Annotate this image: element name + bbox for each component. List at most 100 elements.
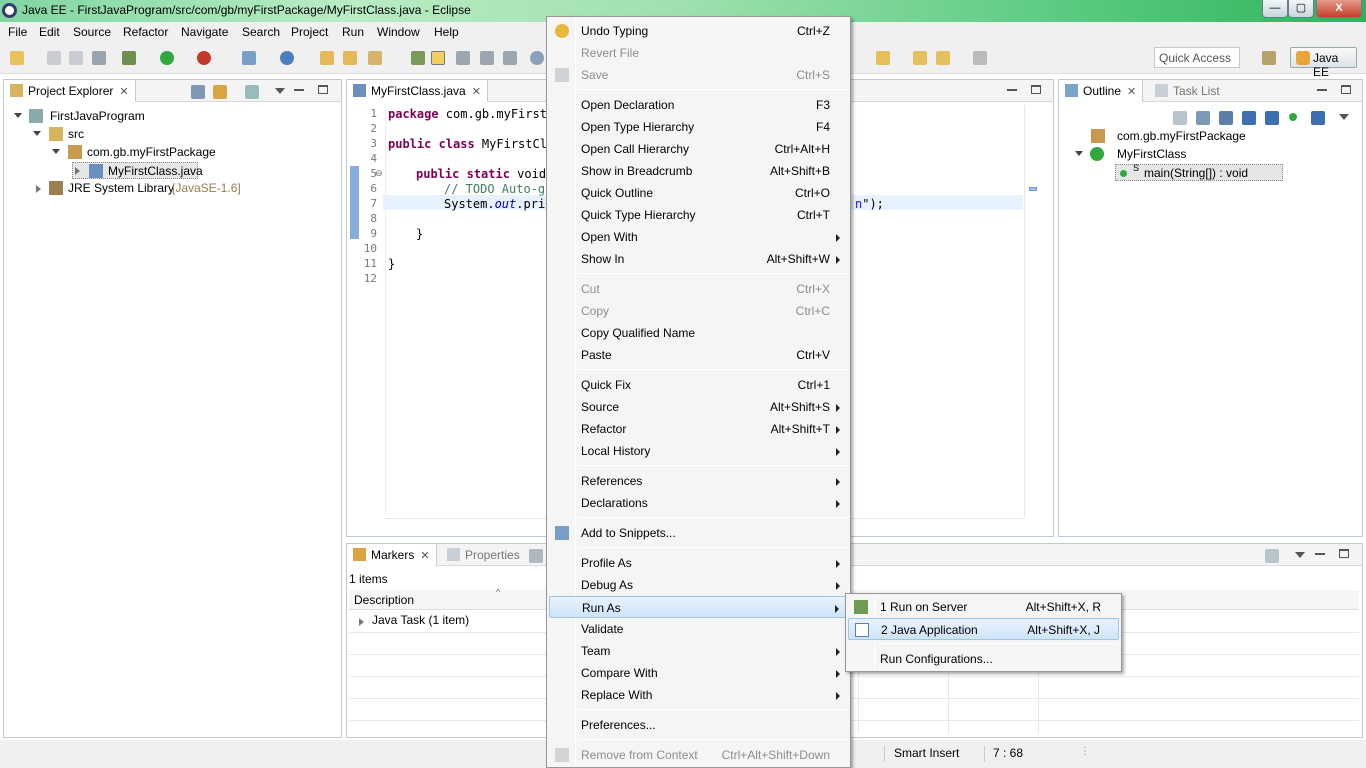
menu-item-open-call-hierarchy[interactable]: Open Call Hierarchy Ctrl+Alt+H xyxy=(549,138,848,160)
highlight-icon[interactable] xyxy=(431,51,445,65)
close-tab-icon[interactable]: ✕ xyxy=(1127,86,1136,98)
maximize-view-icon[interactable] xyxy=(318,85,328,94)
menu-item-open-with[interactable]: Open With xyxy=(549,226,848,248)
minimize-view-icon[interactable] xyxy=(294,89,304,91)
menu-search[interactable]: Search xyxy=(242,25,280,39)
save-icon[interactable] xyxy=(47,51,61,65)
minimize-button[interactable]: — xyxy=(1262,0,1288,18)
menu-item-quick-fix[interactable]: Quick Fix Ctrl+1 xyxy=(549,374,848,396)
minimize-view-icon[interactable] xyxy=(1317,89,1327,91)
save-all-icon[interactable] xyxy=(69,51,83,65)
new-java-class-icon[interactable] xyxy=(280,51,294,65)
menu-item-paste[interactable]: Paste Ctrl+V xyxy=(549,344,848,366)
outline-item-main[interactable]: S main(String[]) : void xyxy=(1115,163,1283,181)
forward-icon[interactable] xyxy=(973,51,987,65)
view-menu-icon[interactable] xyxy=(1339,114,1349,120)
menu-navigate[interactable]: Navigate xyxy=(181,25,228,39)
maximize-view-icon[interactable] xyxy=(1341,85,1351,94)
menu-item-open-declaration[interactable]: Open Declaration F3 xyxy=(549,94,848,116)
menu-item-copy[interactable]: Copy Ctrl+C xyxy=(549,300,848,322)
menu-item-save[interactable]: Save Ctrl+S xyxy=(549,64,848,86)
code-line-11[interactable]: } xyxy=(388,257,395,271)
menu-item-validate[interactable]: Validate xyxy=(549,618,848,640)
menu-item-undo-typing[interactable]: Undo Typing Ctrl+Z xyxy=(549,20,848,42)
open-type-icon[interactable] xyxy=(320,51,334,65)
vertical-scrollbar[interactable] xyxy=(1024,105,1041,517)
tree-item-file[interactable]: MyFirstClass.java xyxy=(72,162,203,179)
search-icon[interactable] xyxy=(368,51,382,65)
close-button[interactable]: X xyxy=(1316,0,1362,18)
menu-refactor[interactable]: Refactor xyxy=(123,25,168,39)
focus-icon[interactable] xyxy=(1265,549,1279,563)
show-whitespace-icon[interactable] xyxy=(480,51,494,65)
menu-item-source[interactable]: Source Alt+Shift+S xyxy=(549,396,848,418)
run-icon[interactable] xyxy=(160,51,174,65)
open-task-icon[interactable] xyxy=(343,51,357,65)
code-line-7-tail[interactable]: n"); xyxy=(855,197,884,211)
menu-item-show-in[interactable]: Show In Alt+Shift+W xyxy=(549,248,848,270)
minimize-view-icon[interactable] xyxy=(1315,553,1325,555)
toggle-mark-occurrences-icon[interactable] xyxy=(411,51,425,65)
block-selection-icon[interactable] xyxy=(456,51,470,65)
tab-task-list[interactable]: Task List xyxy=(1149,80,1226,102)
code-line-6[interactable]: // TODO Auto-ge xyxy=(444,182,552,196)
tab-markers[interactable]: Markers ✕ xyxy=(347,544,437,566)
print-icon[interactable] xyxy=(92,51,106,65)
menu-item-preferences[interactable]: Preferences... xyxy=(549,714,848,736)
menu-file[interactable]: File xyxy=(8,25,27,39)
menu-item-declarations[interactable]: Declarations xyxy=(549,492,848,514)
tab-project-explorer[interactable]: Project Explorer ✕ xyxy=(4,80,136,102)
menu-item-revert-file[interactable]: Revert File xyxy=(549,42,848,64)
tab-outline[interactable]: Outline ✕ xyxy=(1059,80,1144,102)
menu-item-team[interactable]: Team xyxy=(549,640,848,662)
quick-access-input[interactable]: Quick Access xyxy=(1154,47,1240,68)
view-menu-icon[interactable] xyxy=(1295,552,1305,558)
external-tools-icon[interactable] xyxy=(197,51,211,65)
maximize-button[interactable]: ▢ xyxy=(1288,0,1314,18)
menu-item-cut[interactable]: Cut Ctrl+X xyxy=(549,278,848,300)
menu-project[interactable]: Project xyxy=(291,25,328,39)
menu-item-remove-from-context[interactable]: Remove from Context Ctrl+Alt+Shift+Down xyxy=(549,744,848,766)
code-line-7[interactable]: System.out.prin xyxy=(444,197,552,211)
menu-item-replace-with[interactable]: Replace With xyxy=(549,684,848,706)
tab-properties[interactable]: Properties xyxy=(441,544,526,566)
menu-item-refactor[interactable]: Refactor Alt+Shift+T xyxy=(549,418,848,440)
back-icon[interactable] xyxy=(936,51,950,65)
code-line-3[interactable]: public class MyFirstCla xyxy=(388,137,554,151)
servers-icon[interactable] xyxy=(529,549,543,563)
menu-item-local-history[interactable]: Local History xyxy=(549,440,848,462)
menu-item-open-type-hierarchy[interactable]: Open Type Hierarchy F4 xyxy=(549,116,848,138)
debug-icon[interactable] xyxy=(122,51,136,65)
web-browser-icon[interactable] xyxy=(530,51,544,65)
menu-item-debug-as[interactable]: Debug As xyxy=(549,574,848,596)
focus-icon[interactable] xyxy=(1173,111,1187,125)
menu-item-show-in-breadcrumb[interactable]: Show in Breadcrumb Alt+Shift+B xyxy=(549,160,848,182)
menu-item-copy-qualified-name[interactable]: Copy Qualified Name xyxy=(549,322,848,344)
minimize-view-icon[interactable] xyxy=(1007,89,1017,91)
menu-help[interactable]: Help xyxy=(434,25,459,39)
last-edit-icon[interactable] xyxy=(913,51,927,65)
column-header-description[interactable]: Description xyxy=(354,593,414,607)
new-icon[interactable] xyxy=(10,51,24,65)
collapse-all-icon[interactable] xyxy=(191,85,205,99)
menu-edit[interactable]: Edit xyxy=(39,25,60,39)
new-server-icon[interactable] xyxy=(242,51,256,65)
paragraph-icon[interactable] xyxy=(503,51,517,65)
code-line-1[interactable]: package com.gb.myFirstP xyxy=(388,107,554,121)
code-line-9[interactable]: } xyxy=(416,227,423,241)
menu-item-java-application[interactable]: 2 Java Application Alt+Shift+X, J xyxy=(848,618,1119,640)
link-with-editor-icon[interactable] xyxy=(213,85,227,99)
sort-icon[interactable] xyxy=(1219,111,1233,125)
code-line-5[interactable]: public static void xyxy=(416,167,546,181)
hide-fields-icon[interactable] xyxy=(1242,111,1256,125)
maximize-view-icon[interactable] xyxy=(1339,549,1349,558)
close-tab-icon[interactable]: ✕ xyxy=(420,550,429,562)
fold-icon[interactable]: ⊖ xyxy=(375,168,383,179)
hide-non-public-icon[interactable] xyxy=(1289,113,1297,121)
menu-item-run-configurations[interactable]: Run Configurations... xyxy=(848,648,1119,670)
menu-item-profile-as[interactable]: Profile As xyxy=(549,552,848,574)
hide-local-types-icon[interactable] xyxy=(1311,111,1325,125)
close-tab-icon[interactable]: ✕ xyxy=(119,86,128,98)
menu-source[interactable]: Source xyxy=(73,25,111,39)
menu-item-quick-outline[interactable]: Quick Outline Ctrl+O xyxy=(549,182,848,204)
